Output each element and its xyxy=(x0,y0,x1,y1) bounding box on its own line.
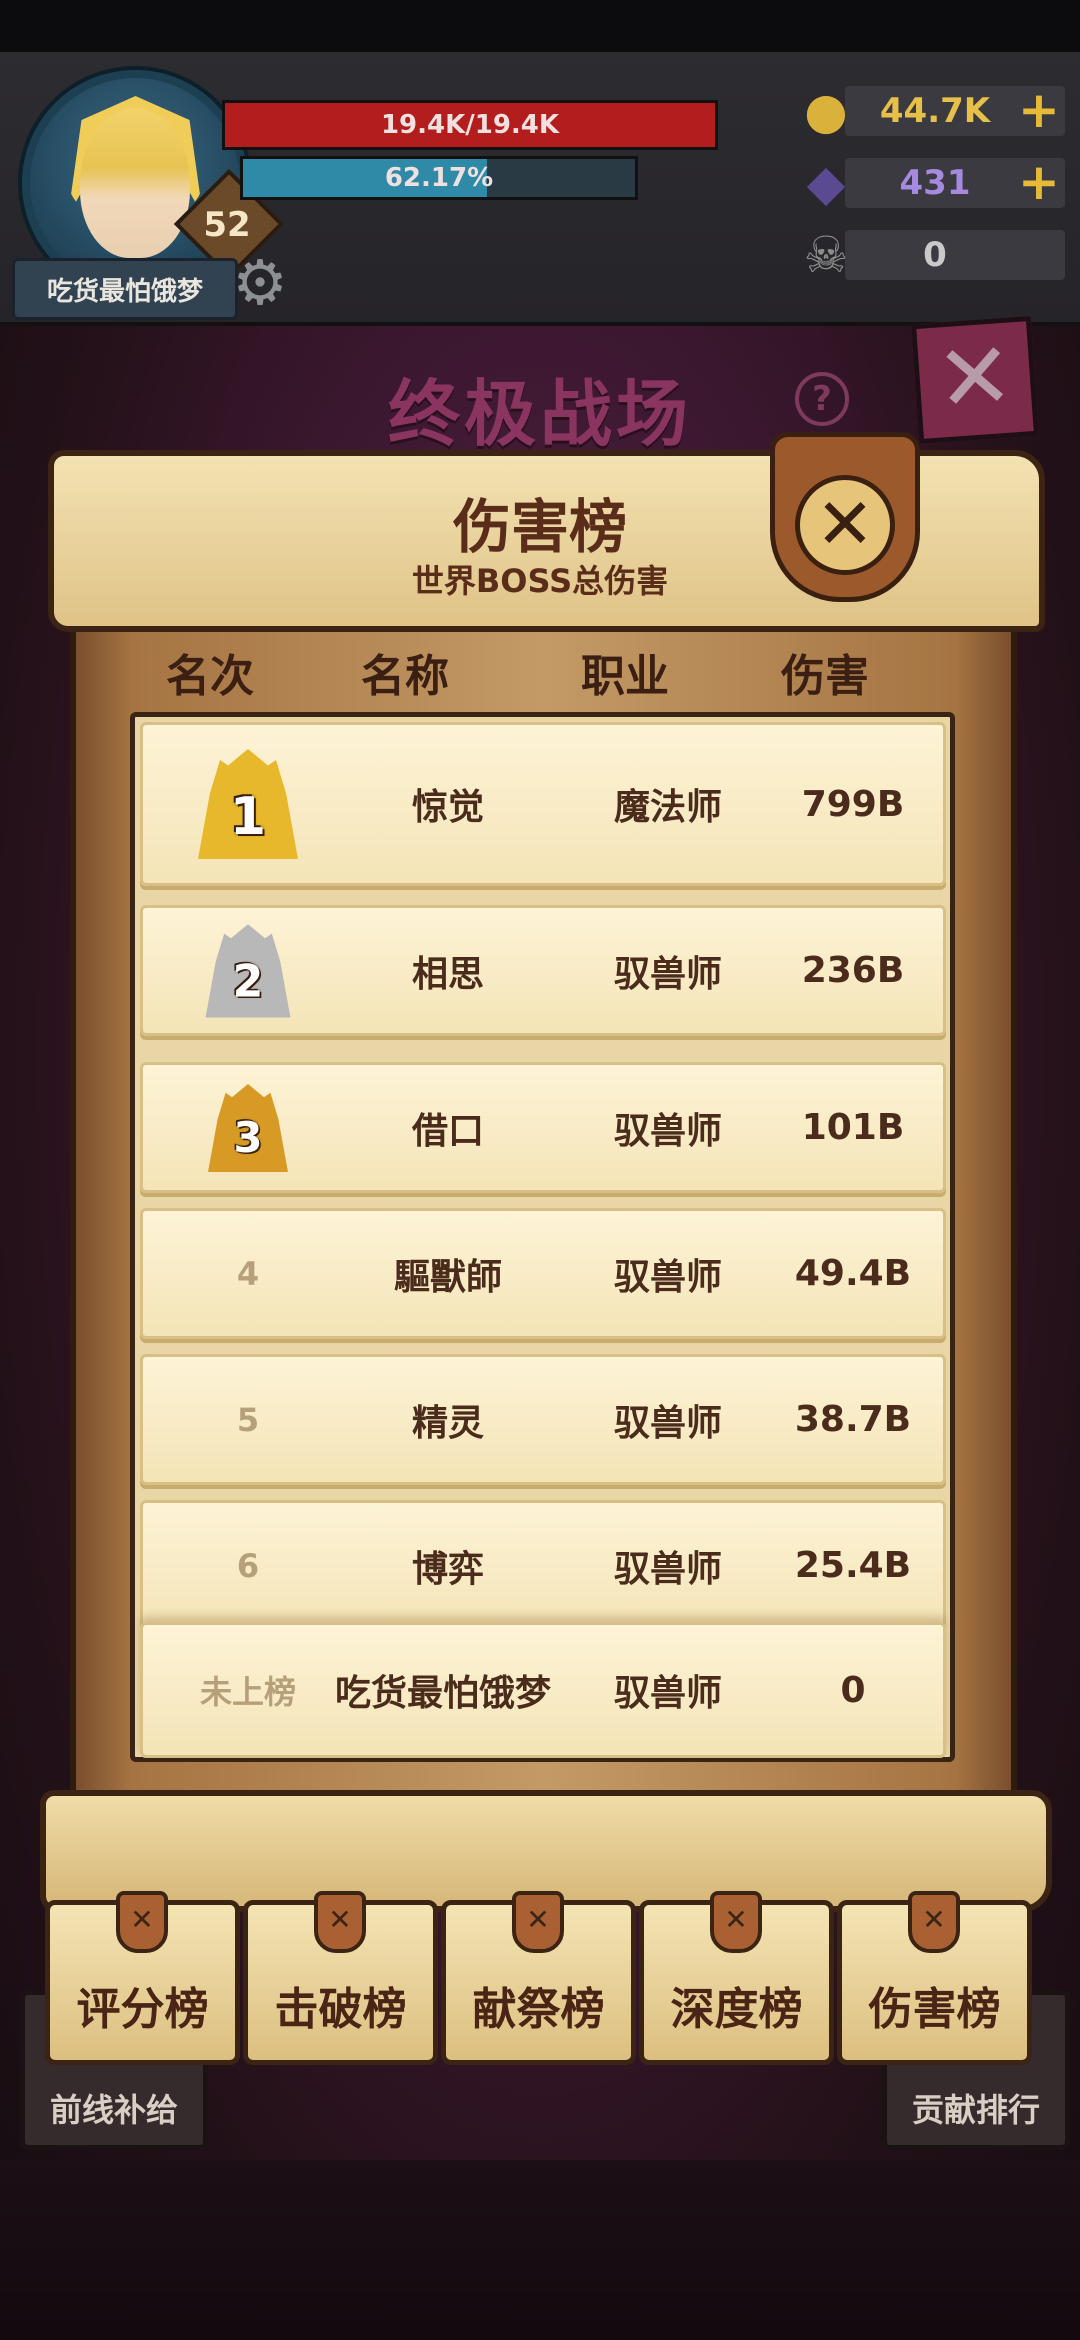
player-name: 吃货最怕饿梦 xyxy=(12,258,238,320)
silver-rank-badge-icon: 2 xyxy=(205,923,291,1018)
gold-value: 44.7K xyxy=(879,91,991,131)
tab-label: 献祭榜 xyxy=(472,1984,605,2035)
ranking-row[interactable]: 2 相思 驭兽师 236B xyxy=(140,905,946,1036)
damage-cell: 0 xyxy=(840,1669,866,1711)
resource-crystal: ◆ 431 + xyxy=(795,152,1070,212)
header-damage: 伤害 xyxy=(781,651,869,702)
tab-damage-ranking[interactable]: ✕ 伤害榜 xyxy=(837,1891,1032,2065)
player-name-cell: 借口 xyxy=(411,1110,484,1152)
bottom-decoration xyxy=(0,2160,1080,2340)
contribution-ranking-label: 贡献排行 xyxy=(911,2091,1040,2129)
rank-number: 3 xyxy=(233,1113,263,1162)
settings-gear-icon[interactable]: ⚙ xyxy=(225,248,295,318)
xp-bar: 62.17% xyxy=(240,156,638,200)
tab-pin-icon: ✕ xyxy=(908,1891,960,1953)
add-crystal-button[interactable]: + xyxy=(1014,157,1064,208)
damage-cell: 25.4B xyxy=(794,1545,912,1586)
close-page-button[interactable]: ✕ xyxy=(910,315,1040,445)
player-name-cell: 相思 xyxy=(411,953,484,995)
rank-cell: 6 xyxy=(236,1546,260,1585)
tab-label: 深度榜 xyxy=(670,1984,803,2035)
rank-cell: 2 xyxy=(153,908,343,1033)
rank-cell: 1 xyxy=(153,725,343,883)
help-icon[interactable]: ? xyxy=(795,372,849,426)
hp-bar: 19.4K/19.4K xyxy=(222,100,718,150)
ranking-row[interactable]: 1 惊觉 魔法师 799B xyxy=(140,722,946,886)
damage-cell: 236B xyxy=(801,950,905,991)
class-cell: 驭兽师 xyxy=(613,1548,722,1590)
resource-gold: ● 44.7K + xyxy=(795,80,1070,140)
crystal-icon: ◆ xyxy=(806,154,846,212)
close-panel-button[interactable]: ✕ xyxy=(770,432,920,602)
class-cell: 驭兽师 xyxy=(613,1256,722,1298)
class-cell: 驭兽师 xyxy=(613,1402,722,1444)
rank-number: 2 xyxy=(232,956,264,1008)
header-rank: 名次 xyxy=(166,651,254,702)
resource-ram-skull: ☠ 0 xyxy=(795,224,1070,284)
rank-number: 1 xyxy=(229,787,267,847)
damage-cell: 101B xyxy=(801,1107,905,1148)
hp-text: 19.4K/19.4K xyxy=(380,110,560,140)
tab-label: 评分榜 xyxy=(76,1984,209,2035)
level-text: 52 xyxy=(203,205,251,245)
tab-pin-icon: ✕ xyxy=(512,1891,564,1953)
status-bar xyxy=(0,0,1080,52)
class-cell: 驭兽师 xyxy=(613,1673,722,1714)
tab-pin-icon: ✕ xyxy=(116,1891,168,1953)
ranking-row[interactable]: 4 驅獸師 驭兽师 49.4B xyxy=(140,1208,946,1339)
close-icon: ✕ xyxy=(795,475,895,575)
tab-label: 击破榜 xyxy=(274,1984,407,2035)
damage-cell: 49.4B xyxy=(794,1253,912,1294)
tab-defeat-ranking[interactable]: ✕ 击破榜 xyxy=(243,1891,438,2065)
class-cell: 魔法师 xyxy=(613,787,722,828)
ranking-row[interactable]: 6 博弈 驭兽师 25.4B xyxy=(140,1500,946,1631)
tab-pin-icon: ✕ xyxy=(710,1891,762,1953)
rank-cell: 4 xyxy=(236,1254,260,1293)
header-name: 名称 xyxy=(361,651,449,702)
tab-score-ranking[interactable]: ✕ 评分榜 xyxy=(45,1891,240,2065)
player-name-cell: 惊觉 xyxy=(411,787,484,828)
player-name-cell: 吃货最怕饿梦 xyxy=(334,1673,551,1714)
tab-sacrifice-ranking[interactable]: ✕ 献祭榜 xyxy=(441,1891,636,2065)
gold-rank-badge-icon: 1 xyxy=(198,749,298,859)
frontline-supply-label: 前线补给 xyxy=(49,2091,178,2129)
ranking-row[interactable]: 5 精灵 驭兽师 38.7B xyxy=(140,1354,946,1485)
ranking-row[interactable]: 3 借口 驭兽师 101B xyxy=(140,1062,946,1193)
ram-skull-icon: ☠ xyxy=(803,226,849,284)
player-name-cell: 博弈 xyxy=(411,1548,484,1590)
xp-text: 62.17% xyxy=(384,163,494,193)
bronze-rank-badge-icon: 3 xyxy=(208,1083,288,1172)
player-name-cell: 驅獸師 xyxy=(393,1256,502,1298)
class-cell: 驭兽师 xyxy=(613,953,722,995)
self-ranking-row[interactable]: 未上榜 吃货最怕饿梦 驭兽师 0 xyxy=(140,1622,946,1758)
damage-cell: 38.7B xyxy=(794,1399,912,1440)
rank-cell: 3 xyxy=(153,1065,343,1190)
player-name-cell: 精灵 xyxy=(411,1402,484,1444)
damage-cell: 799B xyxy=(801,783,905,825)
avatar-portrait xyxy=(80,108,190,258)
panel-subtitle: 世界BOSS总伤害 xyxy=(411,562,669,600)
class-cell: 驭兽师 xyxy=(613,1110,722,1152)
add-gold-button[interactable]: + xyxy=(1014,85,1064,136)
tab-label: 伤害榜 xyxy=(868,1984,1001,2035)
crystal-value: 431 xyxy=(899,163,971,203)
rank-cell: 5 xyxy=(236,1400,260,1439)
header-class: 职业 xyxy=(581,651,669,702)
ram-skull-value: 0 xyxy=(923,235,947,275)
tab-pin-icon: ✕ xyxy=(314,1891,366,1953)
screen-root: 52 吃货最怕饿梦 ⚙ 19.4K/19.4K 62.17% ● 44.7K +… xyxy=(0,0,1080,2340)
tab-depth-ranking[interactable]: ✕ 深度榜 xyxy=(639,1891,834,2065)
gold-coin-icon: ● xyxy=(804,82,848,140)
